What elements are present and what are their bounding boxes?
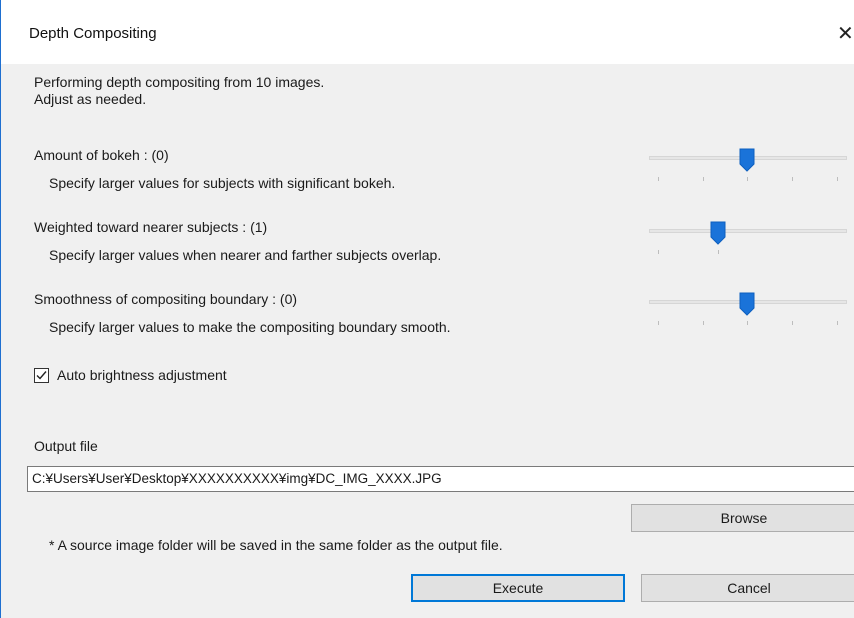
auto-brightness-checkbox[interactable]	[34, 368, 49, 383]
slider-tick	[747, 177, 748, 181]
checkmark-icon	[36, 371, 47, 380]
execute-button[interactable]: Execute	[411, 574, 625, 602]
depth-compositing-dialog: Depth Compositing ✕ Performing depth com…	[0, 0, 854, 618]
intro-line-1: Performing depth compositing from 10 ima…	[34, 74, 325, 90]
slider-track	[649, 229, 847, 233]
slider-tick	[837, 321, 838, 325]
smoothness-label: Smoothness of compositing boundary : (0)	[34, 291, 298, 307]
slider-thumb[interactable]	[739, 148, 755, 172]
output-path-field[interactable]: C:¥Users¥User¥Desktop¥XXXXXXXXXX¥img¥DC_…	[27, 466, 854, 492]
auto-brightness-label[interactable]: Auto brightness adjustment	[57, 367, 227, 383]
smoothness-slider[interactable]	[649, 292, 847, 328]
nearer-subjects-label: Weighted toward nearer subjects : (1)	[34, 219, 268, 235]
slider-tick	[658, 321, 659, 325]
output-note: * A source image folder will be saved in…	[49, 537, 503, 553]
slider-tick	[658, 177, 659, 181]
slider-thumb[interactable]	[710, 221, 726, 245]
dialog-title: Depth Compositing	[29, 25, 157, 42]
bokeh-slider[interactable]	[649, 148, 847, 184]
output-file-label: Output file	[34, 438, 98, 454]
slider-tick	[703, 321, 704, 325]
intro-line-2: Adjust as needed.	[34, 91, 147, 107]
nearer-subjects-slider[interactable]	[649, 221, 847, 257]
slider-tick	[837, 177, 838, 181]
title-bar: Depth Compositing ✕	[1, 0, 854, 64]
bokeh-label: Amount of bokeh : (0)	[34, 147, 169, 163]
close-icon[interactable]: ✕	[837, 21, 854, 46]
slider-tick	[703, 177, 704, 181]
slider-tick	[718, 250, 719, 254]
slider-tick	[747, 321, 748, 325]
bokeh-description: Specify larger values for subjects with …	[49, 175, 396, 191]
slider-tick	[792, 321, 793, 325]
smoothness-description: Specify larger values to make the compos…	[49, 319, 451, 335]
nearer-subjects-description: Specify larger values when nearer and fa…	[49, 247, 442, 263]
browse-button[interactable]: Browse	[631, 504, 854, 532]
cancel-button[interactable]: Cancel	[641, 574, 854, 602]
slider-tick	[792, 177, 793, 181]
slider-thumb[interactable]	[739, 292, 755, 316]
slider-tick	[658, 250, 659, 254]
